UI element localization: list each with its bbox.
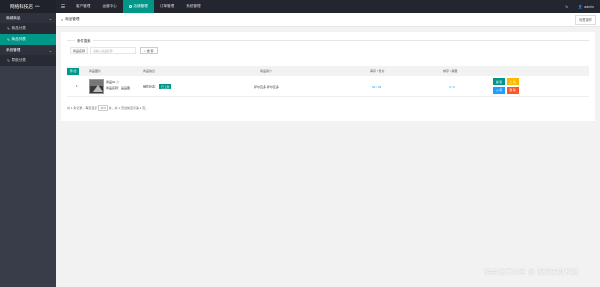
search-button[interactable]: ⌕ 搜 索 xyxy=(140,47,158,54)
search-icon: ⌕ xyxy=(144,48,146,53)
publish-button[interactable]: 上 架 xyxy=(506,78,519,85)
info-label: 销售状态： xyxy=(143,84,159,89)
sidebar-item-label: 商品列表 xyxy=(11,37,26,41)
refresh-icon[interactable]: ↻ xyxy=(565,5,568,9)
sidebar-item-category[interactable]: ✎ 商品分类 xyxy=(0,23,56,34)
pencil-icon: ✎ xyxy=(7,26,11,31)
nav-label: 店铺管理 xyxy=(133,4,148,8)
nav-label: 客户管理 xyxy=(76,4,91,8)
column-header: 商品图片 xyxy=(89,69,102,73)
user-name: admin xyxy=(584,4,594,9)
image-mountain xyxy=(93,85,103,92)
search-label: 商品名称 xyxy=(70,47,88,54)
column-header: 库存 / 售价 xyxy=(370,69,385,73)
app-title: 网络科技店 xyxy=(10,3,33,9)
nav-operations[interactable]: 运营中心 xyxy=(96,0,122,13)
nav-label: 系统管理 xyxy=(186,4,201,8)
pagination: 共 1 条记录，每页显示 10 ▾ 条，共 1 页当前显示第 1 页。 xyxy=(67,105,148,111)
row-actions: 编 辑 上 架 入 库 删 除 xyxy=(493,78,519,94)
circle-icon xyxy=(128,4,132,9)
nav-orders[interactable]: 订单管理 xyxy=(154,0,180,13)
sidebar-item-product-list[interactable]: ✎ 商品列表 xyxy=(0,34,56,45)
content-card: 条件搜索 商品名称 请输入商品名称 ⌕ 搜 索 添 加 商品图片 商品信息 商品… xyxy=(61,32,595,121)
app-logo[interactable]: 网络科技店 *** xyxy=(0,0,56,13)
top-bar: 网络科技店 *** ☰ 客户管理 运营中心 店铺管理 订单管理 系统管理 ↻ 👤… xyxy=(0,0,600,13)
nav-label: 订单管理 xyxy=(159,4,175,8)
delete-button[interactable]: 删 除 xyxy=(506,86,519,94)
pager-suffix: 条，共 1 页当前显示第 1 页。 xyxy=(108,106,149,110)
tab-label: 商品管理 xyxy=(65,17,80,21)
product-info: 销售状态： 已上架 xyxy=(143,84,172,89)
table-row: 1 商品01 ☆ 商品名称：品品图 销售状态： 已上架 萨尔瓦多 萨尔瓦多 99 … xyxy=(67,76,589,97)
stock-price[interactable]: 99 / 99 xyxy=(372,85,381,89)
nav-customers[interactable]: 客户管理 xyxy=(70,0,96,13)
stock-in-button[interactable]: 入 库 xyxy=(493,86,505,94)
top-right-tools: ↻ 👤 admin xyxy=(565,0,600,13)
pager-prefix: 共 1 条记录，每页显示 xyxy=(67,106,98,110)
sidebar-group-system[interactable]: 系统管理 ⌄ xyxy=(0,45,56,55)
pencil-icon: ✎ xyxy=(7,58,11,63)
status-badge: 已上架 xyxy=(159,84,172,89)
sidebar-group-products[interactable]: 商城商品 ⌄ xyxy=(0,13,56,23)
filter-legend: 条件搜索 xyxy=(75,38,93,43)
page-size-select[interactable]: 10 ▾ xyxy=(98,105,108,111)
close-icon[interactable]: × xyxy=(61,18,63,22)
sidebar-group-label: 系统管理 xyxy=(6,47,21,52)
column-header: 商品信息 xyxy=(143,69,156,73)
tab-bar: × 商品管理 标签操作 xyxy=(56,13,600,27)
product-table: 添 加 商品图片 商品信息 商品简介 库存 / 售价 排序 / 销量 1 商品0… xyxy=(67,66,589,97)
product-desc: 萨尔瓦多 萨尔瓦多 xyxy=(254,85,279,89)
search-button-label: 搜 索 xyxy=(146,48,154,53)
chevron-down-icon: ⌄ xyxy=(48,47,52,53)
search-row: 商品名称 请输入商品名称 ⌕ 搜 索 xyxy=(70,47,158,54)
pencil-icon: ✎ xyxy=(7,37,11,42)
column-header: 商品简介 xyxy=(260,69,273,73)
app-title-suffix: *** xyxy=(34,4,40,9)
search-input[interactable]: 请输入商品名称 xyxy=(90,47,136,54)
sidebar-group-label: 商城商品 xyxy=(6,15,21,20)
sort-sales[interactable]: 0 / 0 xyxy=(449,85,455,89)
add-product-button[interactable]: 添 加 xyxy=(67,67,79,75)
sidebar-item-label: 导航分类 xyxy=(11,58,26,62)
product-name: 商品01 ☆ xyxy=(106,80,120,84)
column-header: 排序 / 销量 xyxy=(443,69,458,73)
top-nav: 客户管理 运营中心 店铺管理 订单管理 系统管理 xyxy=(70,0,207,13)
tab-product-management[interactable]: × 商品管理 xyxy=(56,17,79,22)
product-thumbnail[interactable] xyxy=(89,79,104,94)
chevron-down-icon: ⌄ xyxy=(48,15,52,21)
sidebar: 商城商品 ⌄ ✎ 商品分类 ✎ 商品列表 系统管理 ⌄ ✎ 导航分类 xyxy=(0,13,56,287)
tab-ops-button[interactable]: 标签操作 xyxy=(575,14,596,25)
nav-label: 运营中心 xyxy=(102,4,117,8)
menu-toggle-icon[interactable]: ☰ xyxy=(56,0,70,13)
nav-system[interactable]: 系统管理 xyxy=(180,0,206,13)
product-sub: 商品名称：品品图 xyxy=(106,86,131,90)
sidebar-item-nav-category[interactable]: ✎ 导航分类 xyxy=(0,55,56,66)
user-icon: 👤 xyxy=(578,4,583,9)
watermark: 稀金技术社区 @ 源源麦财科技 xyxy=(484,269,579,276)
sidebar-item-label: 商品分类 xyxy=(11,26,26,30)
nav-shop[interactable]: 店铺管理 xyxy=(122,0,154,13)
user-menu[interactable]: 👤 admin xyxy=(578,5,594,9)
row-index: 1 xyxy=(76,84,78,88)
edit-button[interactable]: 编 辑 xyxy=(493,78,505,85)
table-header: 添 加 商品图片 商品信息 商品简介 库存 / 售价 排序 / 销量 xyxy=(67,66,589,76)
